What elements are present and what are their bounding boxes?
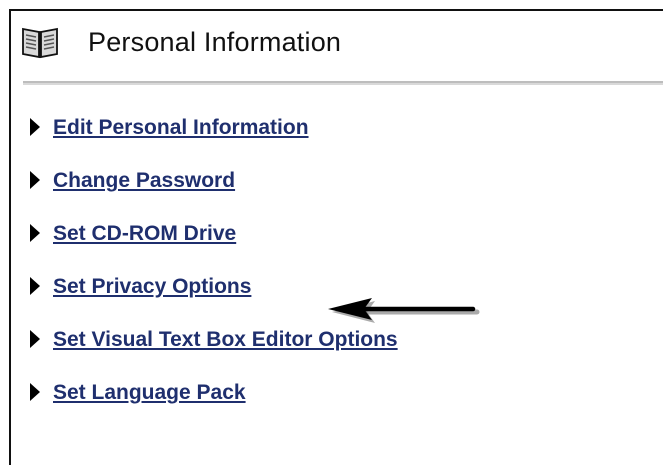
set-language-pack-link[interactable]: Set Language Pack (53, 381, 246, 405)
change-password-link[interactable]: Change Password (53, 169, 235, 193)
triangle-right-icon (30, 118, 40, 136)
triangle-right-icon (30, 171, 40, 189)
triangle-right-icon (30, 277, 40, 295)
list-item-edit-personal-information: Edit Personal Information (30, 116, 398, 169)
list-item-change-password: Change Password (30, 169, 398, 222)
set-privacy-options-link[interactable]: Set Privacy Options (53, 275, 251, 299)
arrow-left-icon (328, 298, 480, 323)
header-divider (23, 81, 663, 85)
triangle-right-icon (30, 224, 40, 242)
triangle-right-icon (30, 330, 40, 348)
personal-information-links: Edit Personal Information Change Passwor… (30, 116, 398, 434)
panel-header: Personal Information (20, 22, 341, 62)
set-cd-rom-drive-link[interactable]: Set CD-ROM Drive (53, 222, 236, 246)
set-visual-text-box-editor-options-link[interactable]: Set Visual Text Box Editor Options (53, 328, 398, 352)
book-icon (22, 27, 58, 59)
list-item-set-language-pack: Set Language Pack (30, 381, 398, 434)
list-item-set-visual-text-box-editor-options: Set Visual Text Box Editor Options (30, 328, 398, 381)
list-item-set-cd-rom-drive: Set CD-ROM Drive (30, 222, 398, 275)
edit-personal-information-link[interactable]: Edit Personal Information (53, 116, 309, 140)
triangle-right-icon (30, 383, 40, 401)
page-title: Personal Information (88, 26, 342, 57)
